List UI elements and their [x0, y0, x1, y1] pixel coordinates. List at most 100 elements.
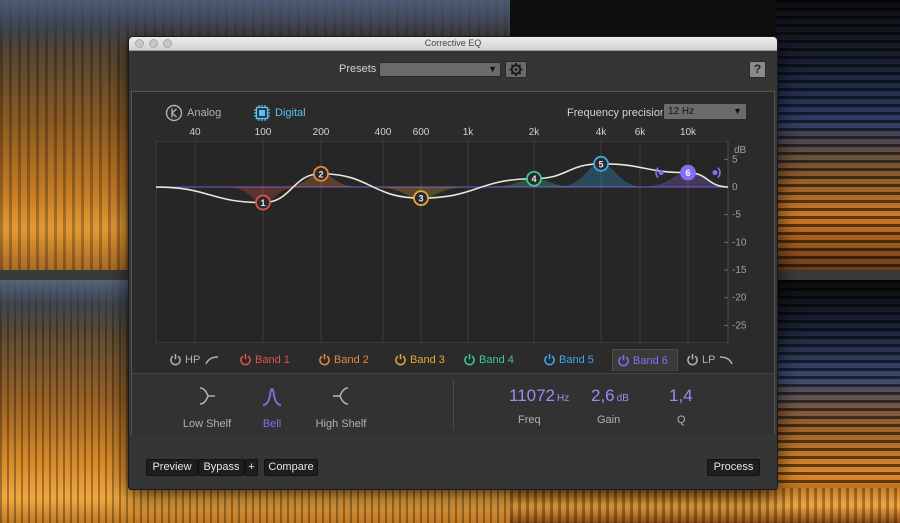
analog-knob-icon [165, 104, 183, 122]
freq-label: Freq [518, 414, 541, 426]
process-button[interactable]: Process [707, 459, 760, 476]
preview-button[interactable]: Preview [146, 459, 198, 476]
band-5-node-label: 5 [598, 159, 603, 169]
power-icon[interactable] [169, 353, 182, 366]
freq-tick-labels: 40 100 200 400 600 1k 2k 4k 6k 10k [156, 127, 756, 139]
db-tick-label: -10 [732, 237, 747, 248]
shape-bell[interactable]: Bell [237, 384, 307, 430]
q-label: Q [677, 414, 686, 426]
high-shelf-icon [333, 387, 349, 405]
tab-label: LP [702, 354, 716, 366]
freq-tick-label: 600 [412, 127, 430, 138]
gain-unit: dB [616, 393, 629, 404]
shape-high-shelf-label: High Shelf [315, 418, 367, 430]
power-icon[interactable] [318, 353, 331, 366]
high-pass-icon [205, 356, 219, 365]
dropdown-caret-icon: ▼ [733, 106, 742, 116]
band-1-node-label: 1 [260, 198, 265, 208]
bell-icon [262, 388, 282, 406]
tab-lp[interactable]: LP [682, 349, 742, 371]
power-icon[interactable] [463, 353, 476, 366]
power-icon[interactable] [239, 353, 252, 366]
db-tick-label: -25 [732, 320, 747, 331]
power-icon[interactable] [543, 353, 556, 366]
presets-dropdown[interactable]: ▼ [379, 62, 501, 77]
shape-bell-label: Bell [262, 418, 282, 430]
freq-tick-label: 2k [528, 127, 540, 138]
tab-band-4[interactable]: Band 4 [459, 349, 531, 371]
corrective-eq-window: Corrective EQ Presets ▼ ? Analog Digital… [128, 36, 778, 490]
db-tick-label: -5 [732, 210, 741, 221]
band-q-dot-left[interactable] [658, 170, 664, 176]
tab-band-3[interactable]: Band 3 [390, 349, 456, 371]
tab-label: HP [185, 354, 201, 366]
presets-row: Presets ▼ ? [129, 51, 777, 89]
eq-graph[interactable]: dB50-5-10-15-20-25123456 [156, 141, 756, 343]
band-parameters: Low Shelf Bell High Shelf 11072 Hz Freq 2… [132, 373, 774, 435]
tab-band-1[interactable]: Band 1 [235, 349, 305, 371]
frequency-precision-value: 12 Hz [668, 106, 695, 117]
params-divider [453, 380, 454, 430]
db-tick-label: 0 [732, 182, 738, 193]
bypass-options-button[interactable]: + [245, 459, 258, 476]
shape-high-shelf[interactable]: High Shelf [306, 384, 376, 430]
freq-tick-label: 400 [374, 127, 392, 138]
freq-tick-label: 40 [189, 127, 201, 138]
band-q-dot-right[interactable] [712, 170, 718, 176]
tab-band-5[interactable]: Band 5 [539, 349, 609, 371]
freq-tick-label: 4k [595, 127, 607, 138]
dropdown-caret-icon: ▼ [488, 64, 497, 74]
tab-hp[interactable]: HP [165, 349, 231, 371]
tab-label: Band 5 [559, 354, 594, 366]
db-tick-label: 5 [732, 154, 738, 165]
eq-panel: Analog Digital Frequency precision 12 Hz… [131, 91, 775, 435]
freq-tick-label: 200 [312, 127, 330, 138]
spectrogram-right-top [776, 0, 900, 270]
power-icon[interactable] [686, 353, 699, 366]
presets-label: Presets [339, 63, 377, 75]
freq-unit: Hz [557, 393, 570, 404]
q-value[interactable]: 1,4 [669, 386, 693, 406]
tab-label: Band 3 [410, 354, 445, 366]
db-tick-label: -20 [732, 293, 747, 304]
spectrogram-bottom-strip [510, 488, 900, 523]
digital-chip-icon [254, 105, 270, 121]
freq-number: 11072 [509, 386, 556, 405]
tab-band-6[interactable]: Band 6 [612, 349, 678, 371]
q-number: 1,4 [669, 386, 693, 405]
freq-value[interactable]: 11072 Hz [509, 386, 569, 406]
gain-label: Gain [597, 414, 621, 426]
gain-value[interactable]: 2,6 dB [591, 386, 629, 406]
power-icon[interactable] [394, 353, 407, 366]
frequency-precision-dropdown[interactable]: 12 Hz ▼ [663, 103, 747, 120]
band-4-node-label: 4 [531, 174, 536, 184]
freq-tick-label: 100 [254, 127, 272, 138]
freq-tick-label: 6k [634, 127, 646, 138]
shape-low-shelf[interactable]: Low Shelf [172, 384, 242, 430]
presets-settings-button[interactable] [505, 61, 527, 78]
gain-number: 2,6 [591, 386, 615, 405]
mode-digital-label: Digital [275, 107, 306, 119]
tab-label: Band 2 [334, 354, 369, 366]
tab-label: Band 6 [633, 355, 668, 367]
spectrogram-right-bottom [776, 280, 900, 523]
help-button[interactable]: ? [749, 61, 766, 78]
band-tabs: HP Band 1 Band 2 Band 3 Band 4 Band 5 Band 6 LP [132, 349, 774, 373]
compare-button[interactable]: Compare [264, 459, 318, 476]
bottom-bar: Preview Bypass + Compare Process [129, 436, 777, 489]
low-shelf-icon [199, 387, 215, 405]
title-bar: Corrective EQ [129, 37, 777, 51]
gear-icon [509, 63, 523, 76]
band-2-node-label: 2 [318, 169, 323, 179]
mode-analog-label: Analog [187, 107, 222, 119]
band-6-node-label: 6 [685, 168, 690, 178]
bypass-button[interactable]: Bypass [198, 459, 245, 476]
band-3-node-label: 3 [418, 194, 423, 204]
tab-band-2[interactable]: Band 2 [314, 349, 384, 371]
low-pass-icon [719, 356, 733, 365]
plot-area [156, 141, 729, 343]
power-icon[interactable] [617, 354, 630, 367]
freq-tick-label: 10k [679, 127, 697, 138]
db-tick-label: -15 [732, 265, 747, 276]
tab-label: Band 4 [479, 354, 514, 366]
